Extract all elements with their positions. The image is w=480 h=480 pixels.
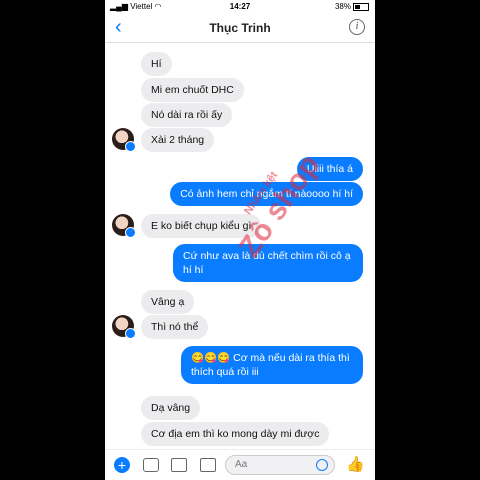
avatar[interactable] <box>112 214 136 238</box>
message-bubble[interactable]: 😋😋😋 Cơ mà nếu dài ra thía thì thích quá … <box>181 346 363 384</box>
message-bubble[interactable]: Có ảnh hem chỉ ngắm tí nàoooo hí hí <box>170 182 363 206</box>
grid-icon[interactable] <box>200 458 216 472</box>
info-icon[interactable]: i <box>349 19 365 35</box>
message-bubble[interactable]: Thì nó thể <box>141 315 209 339</box>
status-bar: ▂▄▆ Viettel ◠ 14:27 38% <box>105 0 375 14</box>
avatar[interactable] <box>112 128 136 152</box>
avatar[interactable] <box>112 315 136 339</box>
camera-icon[interactable] <box>143 458 159 472</box>
message-bubble[interactable]: Nó dài ra rồi ấy <box>141 103 233 127</box>
battery-icon <box>353 2 369 11</box>
photo-icon[interactable] <box>171 458 187 472</box>
message-input[interactable]: Aa <box>225 455 335 475</box>
battery-indicator: 38% <box>335 2 369 11</box>
message-bubble[interactable]: Mi em chuốt DHC <box>141 78 244 102</box>
message-bubble[interactable]: Uiiii thía á <box>296 157 363 181</box>
messenger-badge-icon <box>125 141 136 152</box>
messenger-badge-icon <box>125 328 136 339</box>
message-bubble[interactable]: Vâng ạ <box>141 290 195 314</box>
phone-screen: ▂▄▆ Viettel ◠ 14:27 38% ‹ Thục Trinh i H… <box>105 0 375 480</box>
thumbs-up-icon[interactable]: 👍 <box>346 455 365 473</box>
message-bubble[interactable]: Cứ như ava là dù chết chìm rồi cô ạ hí h… <box>173 244 363 282</box>
message-bubble[interactable]: Xài 2 tháng <box>141 128 215 152</box>
messenger-badge-icon <box>125 227 136 238</box>
smile-icon[interactable] <box>316 459 328 471</box>
conversation-header: ‹ Thục Trinh i <box>105 14 375 43</box>
composer-bar: + Aa 👍 <box>105 449 375 480</box>
contact-name[interactable]: Thục Trinh <box>105 21 375 35</box>
message-input-placeholder: Aa <box>235 459 248 470</box>
message-bubble[interactable]: Dạ vâng <box>141 396 201 420</box>
message-bubble[interactable]: E ko biết chụp kiểu gì <box>141 214 262 238</box>
plus-icon[interactable]: + <box>114 457 130 473</box>
message-bubble[interactable]: Hí <box>141 52 172 76</box>
message-bubble[interactable]: Cơ địa em thì ko mong dày mi được <box>141 422 330 446</box>
